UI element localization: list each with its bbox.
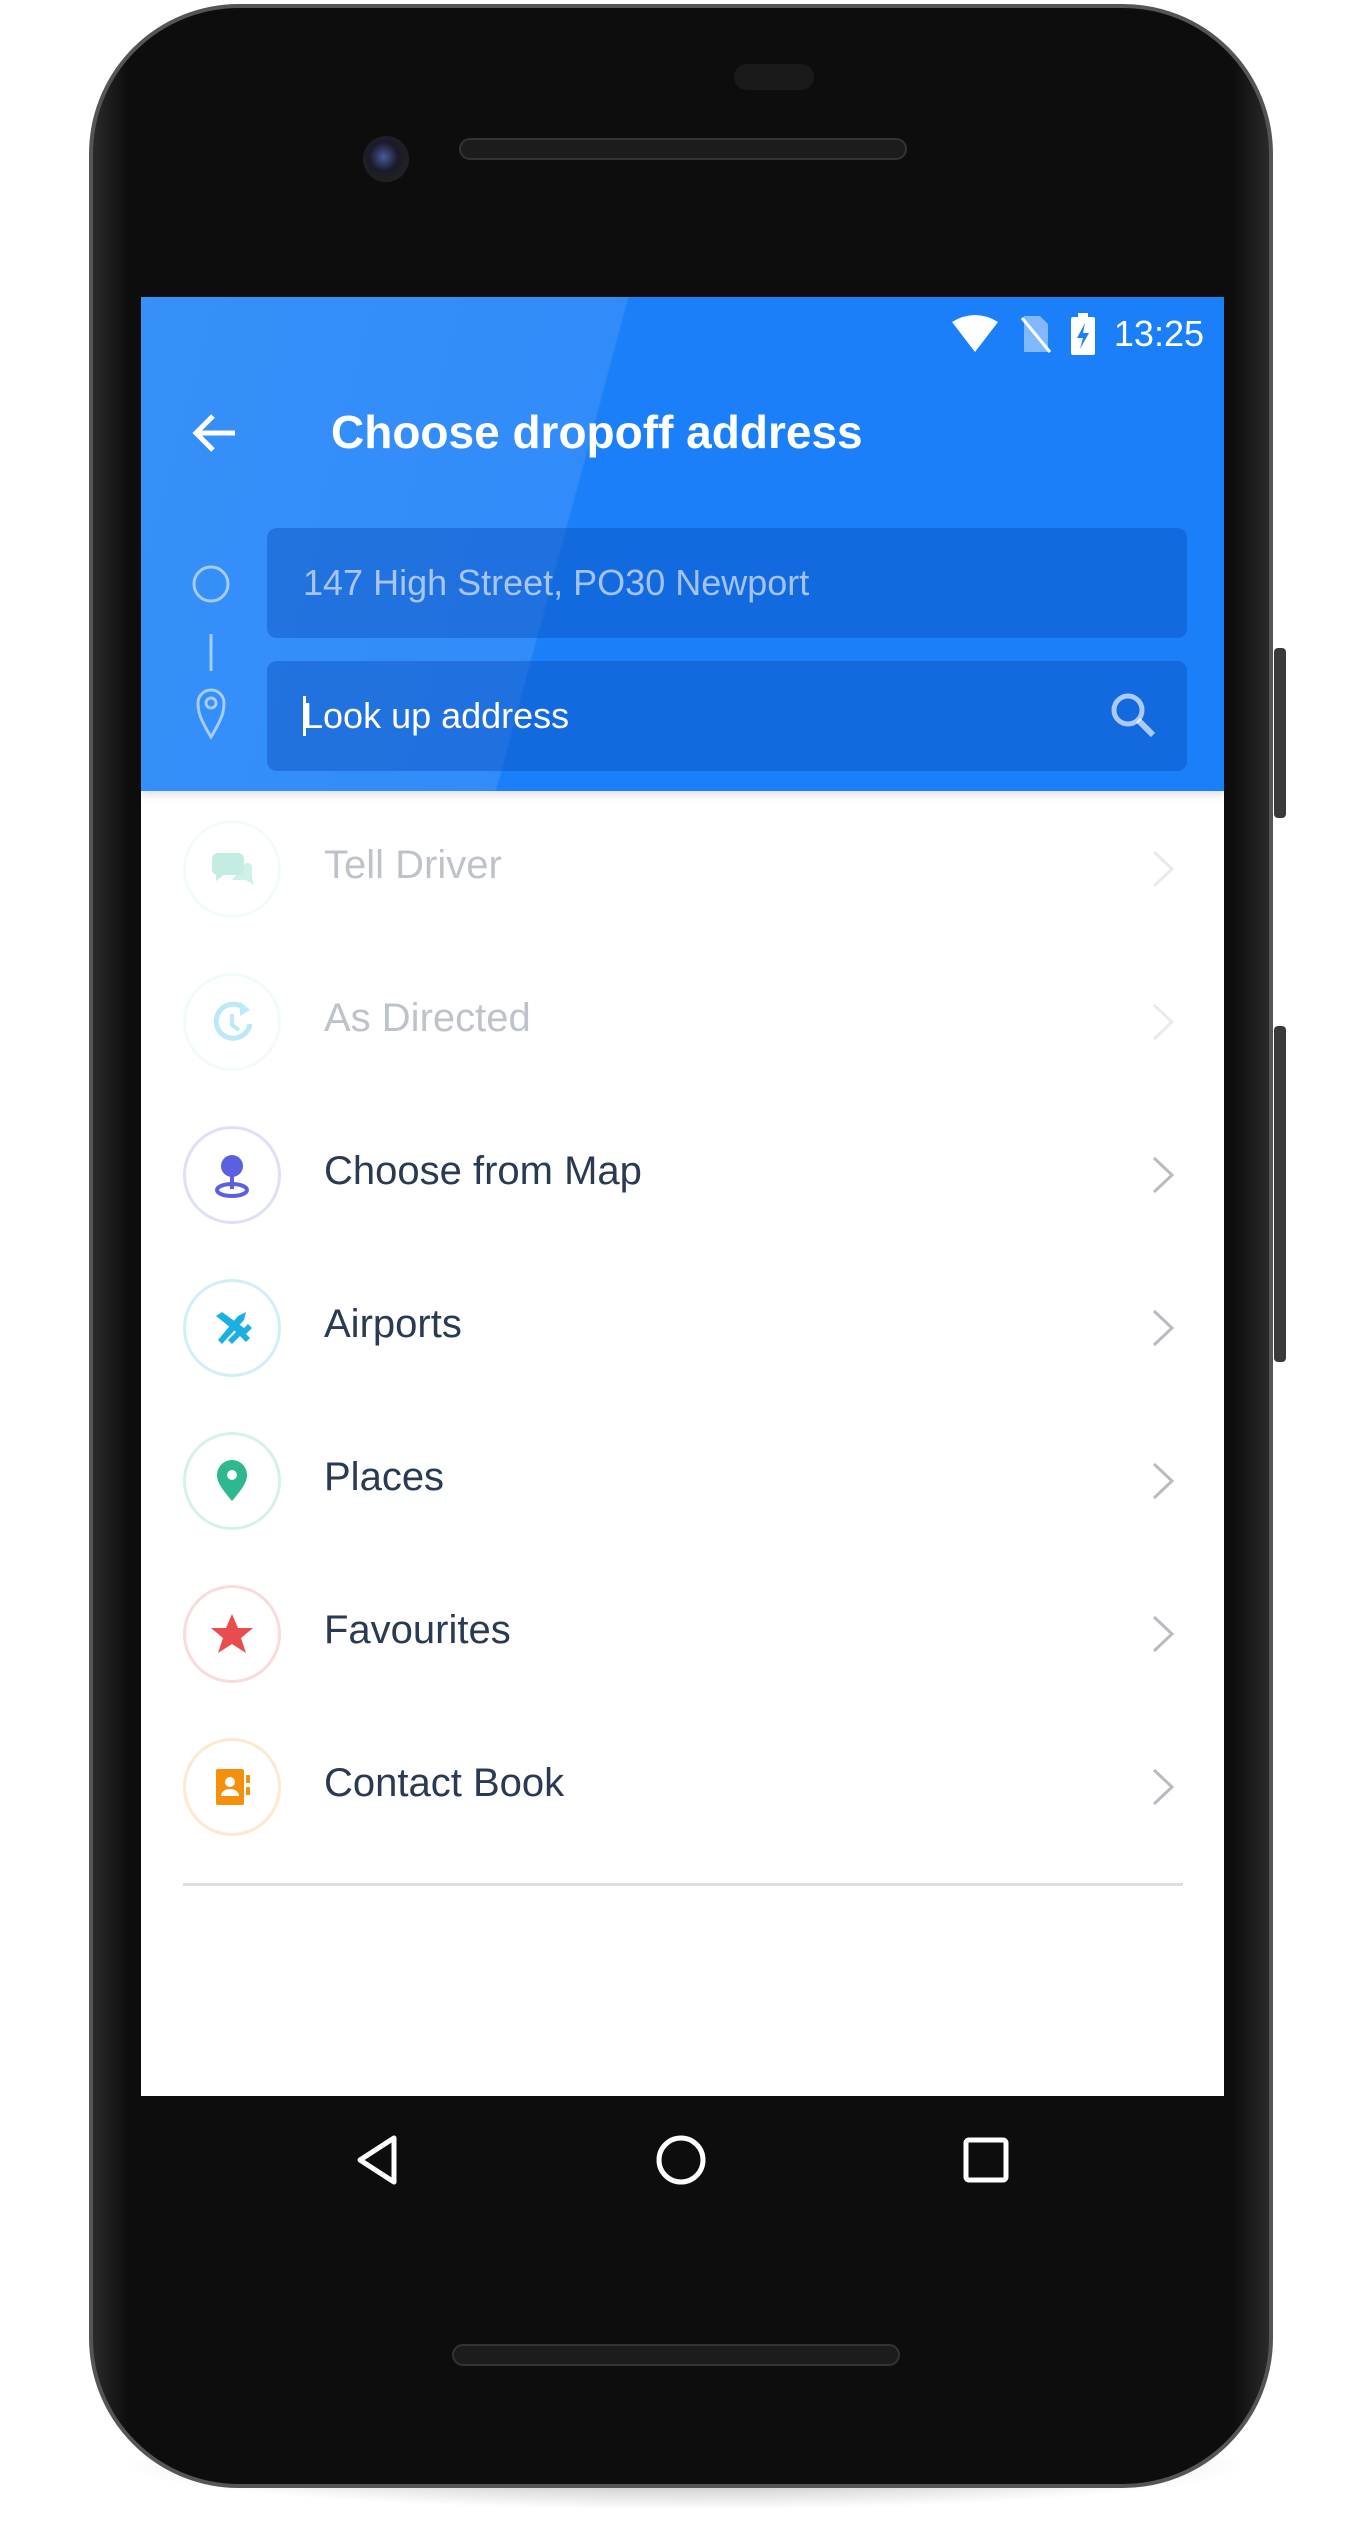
chevron-right-icon: [1152, 1615, 1175, 1653]
location-pin-icon-badge: [183, 1432, 281, 1530]
option-row-favourites[interactable]: Favourites: [141, 1558, 1224, 1711]
chevron-right-icon: [1152, 1309, 1175, 1347]
option-label: Favourites: [324, 1608, 511, 1652]
app-screen: 13:25 Choose dropoff address 147 High St…: [141, 297, 1224, 2096]
chevron-right-icon: [1152, 1003, 1175, 1041]
pickup-address-field[interactable]: 147 High Street, PO30 Newport: [267, 528, 1187, 638]
page-title: Choose dropoff address: [331, 406, 863, 458]
option-row-contact-book[interactable]: Contact Book: [141, 1711, 1224, 1864]
option-row-choose-from-map[interactable]: Choose from Map: [141, 1099, 1224, 1252]
wifi-icon: [951, 315, 998, 352]
chevron-right-icon: [1152, 850, 1175, 888]
camera-icon: [363, 136, 409, 182]
chevron-right-icon: [1152, 1156, 1175, 1194]
no-sim-icon: [1020, 316, 1052, 353]
back-triangle-icon[interactable]: [348, 2130, 408, 2190]
option-label: Airports: [324, 1302, 462, 1346]
option-row-places[interactable]: Places: [141, 1405, 1224, 1558]
status-time: 13:25: [1113, 313, 1204, 354]
map-pin-icon: [215, 1155, 249, 1198]
chevron-right-icon: [1152, 1768, 1175, 1806]
option-label: Tell Driver: [324, 843, 502, 887]
status-bar: 13:25: [950, 309, 1204, 359]
clock-refresh-icon: [213, 1001, 253, 1041]
clock-refresh-icon-badge: [183, 973, 281, 1071]
battery-charging-icon: [1070, 313, 1095, 355]
option-label: Contact Book: [324, 1761, 565, 1805]
chat-bubbles-icon-badge: [183, 820, 281, 918]
chat-bubbles-icon: [211, 853, 254, 885]
option-label: As Directed: [324, 996, 531, 1040]
option-row-as-directed[interactable]: As Directed: [141, 946, 1224, 1099]
contact-book-icon: [216, 1769, 250, 1805]
airplane-icon: [216, 1312, 252, 1344]
option-label: Choose from Map: [324, 1149, 642, 1193]
earpiece-notch: [734, 64, 814, 90]
dropoff-search-input[interactable]: Look up address: [267, 661, 1187, 771]
volume-button: [1274, 1026, 1286, 1362]
route-indicator: [192, 565, 230, 740]
star-icon: [211, 1614, 253, 1653]
recents-square-icon[interactable]: [956, 2130, 1016, 2190]
airplane-icon-badge: [183, 1279, 281, 1377]
chevron-right-icon: [1152, 1462, 1175, 1500]
bottom-speaker: [452, 2344, 900, 2366]
option-row-tell-driver[interactable]: Tell Driver: [141, 793, 1224, 946]
search-icon[interactable]: [1107, 689, 1159, 741]
option-label: Places: [324, 1455, 445, 1499]
location-pin-icon: [217, 1460, 247, 1501]
home-circle-icon[interactable]: [651, 2130, 711, 2190]
map-pin-icon-badge: [183, 1126, 281, 1224]
list-divider: [183, 1883, 1183, 1886]
dropoff-placeholder: Look up address: [303, 695, 570, 736]
top-speaker: [459, 138, 907, 160]
star-icon-badge: [183, 1585, 281, 1683]
option-row-airports[interactable]: Airports: [141, 1252, 1224, 1405]
contact-book-icon-badge: [183, 1738, 281, 1836]
pickup-address-text: 147 High Street, PO30 Newport: [303, 562, 810, 603]
power-button: [1274, 648, 1286, 818]
header: 13:25 Choose dropoff address 147 High St…: [141, 297, 1224, 791]
